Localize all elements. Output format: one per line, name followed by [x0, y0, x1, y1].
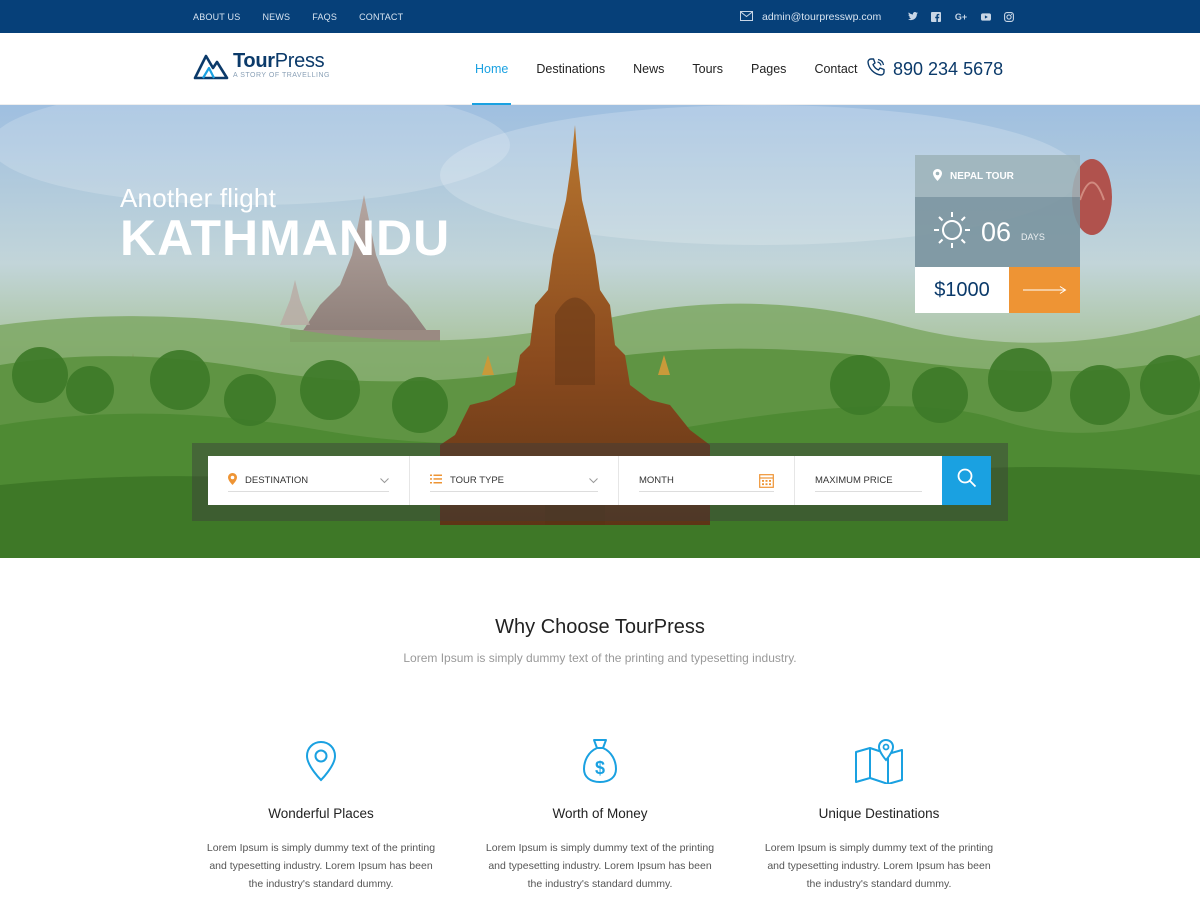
- why-subtitle: Lorem Ipsum is simply dummy text of the …: [403, 651, 797, 665]
- why-choose-section: Why Choose TourPress Lorem Ipsum is simp…: [0, 558, 1200, 900]
- site-logo[interactable]: TourPress A STORY OF TRAVELLING: [193, 50, 330, 85]
- max-price-input[interactable]: MAXIMUM PRICE: [795, 456, 942, 505]
- main-nav: Home Destinations News Tours Pages Conta…: [472, 33, 883, 106]
- sun-icon: [933, 211, 971, 254]
- logo-tagline: A STORY OF TRAVELLING: [233, 72, 330, 79]
- calendar-icon: [759, 473, 774, 488]
- envelope-icon: [740, 8, 753, 26]
- month-picker-label: MONTH: [639, 475, 674, 486]
- google-plus-icon[interactable]: G+: [954, 12, 968, 22]
- top-link-faqs[interactable]: FAQS: [312, 12, 337, 22]
- top-links: ABOUT US NEWS FAQS CONTACT: [193, 0, 403, 33]
- nav-pages[interactable]: Pages: [748, 33, 789, 105]
- tour-type-select-label: TOUR TYPE: [450, 475, 505, 486]
- month-picker[interactable]: MONTH: [619, 456, 795, 505]
- chevron-down-icon: [380, 477, 389, 484]
- feature-text: Lorem Ipsum is simply dummy text of the …: [201, 839, 441, 893]
- phone-number: 890 234 5678: [893, 58, 1004, 79]
- header-phone[interactable]: 890 234 5678: [866, 33, 1003, 105]
- instagram-icon[interactable]: [1004, 11, 1014, 22]
- feature-title: Worth of Money: [552, 806, 648, 821]
- hero-banner: Another flight KATHMANDU NEPAL TOUR 06 D…: [0, 105, 1200, 558]
- location-pin-icon: [228, 473, 237, 488]
- search-button[interactable]: [942, 456, 991, 505]
- tour-details-button[interactable]: [1009, 267, 1080, 313]
- list-icon: [430, 474, 442, 487]
- feature-text: Lorem Ipsum is simply dummy text of the …: [759, 839, 999, 893]
- tour-card-days: 06 DAYS: [915, 197, 1080, 267]
- svg-text:$: $: [595, 758, 605, 778]
- money-bag-icon: $: [480, 736, 720, 786]
- tour-type-select[interactable]: TOUR TYPE: [410, 456, 619, 505]
- map-pin-icon: [201, 736, 441, 786]
- logo-name-light: Press: [274, 50, 325, 72]
- destination-select[interactable]: DESTINATION: [208, 456, 410, 505]
- top-bar: ABOUT US NEWS FAQS CONTACT admin@tourpre…: [0, 0, 1200, 33]
- feature-wonderful-places: Wonderful Places Lorem Ipsum is simply d…: [201, 736, 441, 893]
- logo-name: TourPress: [233, 50, 330, 72]
- social-links: G+: [908, 0, 1014, 33]
- feature-title: Wonderful Places: [268, 806, 374, 821]
- youtube-icon[interactable]: [981, 12, 991, 22]
- feature-text-line: Lorem Ipsum is simply dummy text of the …: [764, 842, 994, 854]
- max-price-input-label: MAXIMUM PRICE: [815, 475, 893, 486]
- feature-text-line: the industry's standard dummy.: [806, 878, 952, 890]
- nav-news[interactable]: News: [630, 33, 667, 105]
- top-link-contact[interactable]: CONTACT: [359, 12, 403, 22]
- top-email[interactable]: admin@tourpresswp.com: [740, 0, 881, 33]
- nav-home[interactable]: Home: [472, 33, 512, 106]
- logo-name-bold: Tour: [233, 50, 275, 72]
- feature-text: Lorem Ipsum is simply dummy text of the …: [480, 839, 720, 893]
- feature-text-line: and typesetting industry. Lorem Ipsum ha…: [767, 860, 991, 872]
- tour-price: $1000: [915, 267, 1009, 313]
- feature-text-line: the industry's standard dummy.: [527, 878, 673, 890]
- feature-text-line: and typesetting industry. Lorem Ipsum ha…: [209, 860, 433, 872]
- feature-title: Unique Destinations: [818, 806, 940, 821]
- top-email-text: admin@tourpresswp.com: [762, 10, 882, 23]
- main-header: TourPress A STORY OF TRAVELLING Home Des…: [0, 33, 1200, 106]
- phone-icon: [866, 57, 886, 82]
- chevron-down-icon: [589, 477, 598, 484]
- feature-text-line: Lorem Ipsum is simply dummy text of the …: [485, 842, 715, 854]
- map-icon: [759, 736, 999, 786]
- feature-unique-destinations: Unique Destinations Lorem Ipsum is simpl…: [759, 736, 999, 893]
- nav-tours[interactable]: Tours: [689, 33, 726, 105]
- hero-title: KATHMANDU: [120, 210, 451, 266]
- tour-card-label: NEPAL TOUR: [950, 170, 1014, 182]
- tour-days-number: 06: [981, 216, 1012, 247]
- top-link-about-us[interactable]: ABOUT US: [193, 12, 240, 22]
- destination-select-label: DESTINATION: [245, 475, 309, 486]
- tour-card[interactable]: NEPAL TOUR 06 DAYS $1000: [915, 155, 1080, 313]
- feature-worth-of-money: $ Worth of Money Lorem Ipsum is simply d…: [480, 736, 720, 893]
- facebook-icon[interactable]: [931, 11, 941, 22]
- search-icon: [957, 468, 977, 493]
- arrow-right-icon: [1022, 281, 1067, 299]
- twitter-icon[interactable]: [908, 12, 918, 22]
- mountain-logo-icon: [193, 50, 229, 85]
- tour-days-unit: DAYS: [1021, 232, 1045, 242]
- location-pin-icon: [933, 168, 942, 184]
- feature-text-line: and typesetting industry. Lorem Ipsum ha…: [488, 860, 712, 872]
- tour-card-header: NEPAL TOUR: [915, 155, 1080, 197]
- tour-search-bar: DESTINATION TOUR TYPE MONTH MAXIMUM PRIC…: [208, 456, 991, 505]
- why-title: Why Choose TourPress: [495, 616, 705, 638]
- feature-text-line: Lorem Ipsum is simply dummy text of the …: [206, 842, 436, 854]
- top-link-news[interactable]: NEWS: [262, 12, 290, 22]
- nav-destinations[interactable]: Destinations: [533, 33, 608, 105]
- nav-contact[interactable]: Contact: [811, 33, 860, 105]
- feature-text-line: the industry's standard dummy.: [248, 878, 394, 890]
